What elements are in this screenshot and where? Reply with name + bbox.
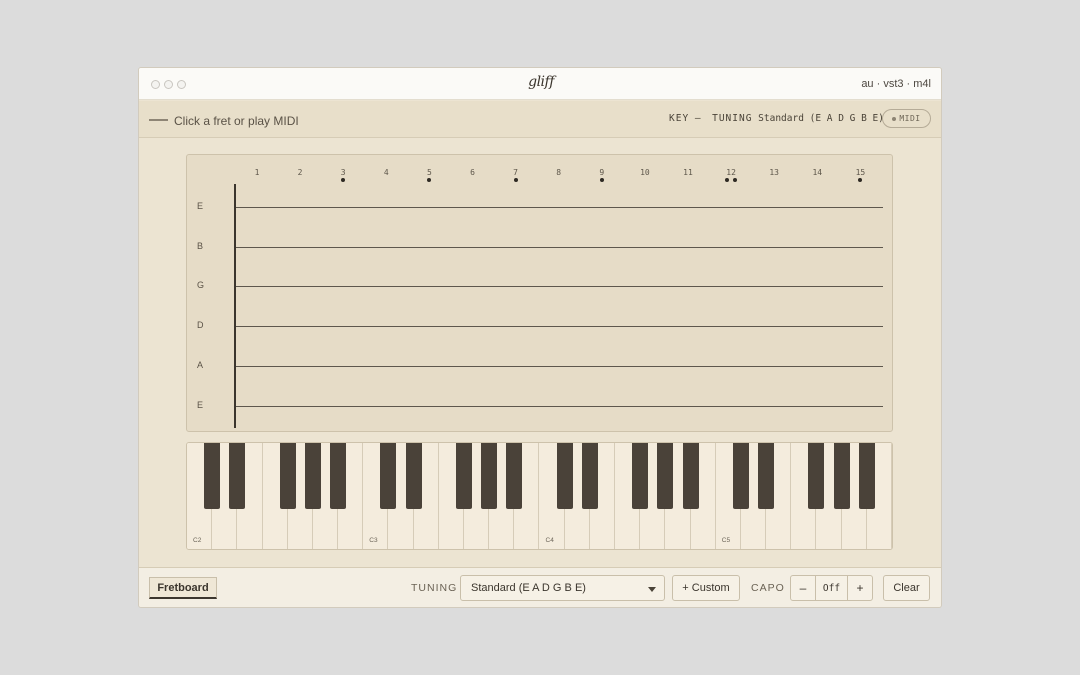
fretboard[interactable]: 1 2 3 4 5 6 7 8 9 10 11 12 13 14 15 E B G D A E <box>186 154 893 432</box>
fret-number-5: 5 <box>426 168 432 177</box>
fret-number-4: 4 <box>383 168 389 177</box>
minimize-window-button[interactable] <box>164 80 173 89</box>
guitar-string-4[interactable] <box>236 326 883 328</box>
fret-number-10: 10 <box>640 168 650 177</box>
black-key[interactable] <box>758 443 775 509</box>
black-key[interactable] <box>632 443 649 509</box>
midi-toggle[interactable]: MIDI <box>882 109 931 128</box>
octave-label: C5 <box>721 537 731 544</box>
fret-number-8: 8 <box>556 168 562 177</box>
fret-number-3: 3 <box>340 168 346 177</box>
guitar-string-6[interactable] <box>236 405 883 407</box>
capo-stepper: – Off + <box>790 575 873 601</box>
capo-value: Off <box>815 576 848 600</box>
black-key[interactable] <box>556 443 573 509</box>
tuning-readout-label: TUNING <box>712 113 753 124</box>
black-key[interactable] <box>808 443 825 509</box>
fret-inlay-dot-5 <box>427 178 432 182</box>
string-label: E <box>197 201 204 211</box>
midi-label: MIDI <box>899 114 921 123</box>
fret-inlay-dot-12-1 <box>725 178 730 182</box>
fret-inlay-dot-7 <box>513 178 518 182</box>
black-key[interactable] <box>858 443 875 509</box>
string-label: A <box>197 359 204 370</box>
black-key[interactable] <box>455 443 472 509</box>
black-key[interactable] <box>506 443 523 509</box>
black-key[interactable] <box>833 443 850 509</box>
black-key[interactable] <box>380 443 397 509</box>
app-window: gliff au · vst3 · m4l Click a fret or pl… <box>139 68 941 607</box>
octave-label: C2 <box>193 537 202 544</box>
black-key[interactable] <box>330 443 347 509</box>
guitar-string-5[interactable] <box>236 365 883 367</box>
capo-decrement-button[interactable]: – <box>791 576 815 600</box>
fret-inlay-dot-12-2 <box>733 178 738 182</box>
piano-keyboard[interactable]: C2 C3 C4 C5 <box>186 442 893 550</box>
close-window-button[interactable] <box>151 80 160 89</box>
black-key[interactable] <box>279 443 296 509</box>
fret-number-1: 1 <box>254 168 260 177</box>
fret-number-7: 7 <box>513 168 518 177</box>
fret-inlay-dot-3 <box>341 178 346 182</box>
fret-number-9: 9 <box>599 168 605 177</box>
octave-label: C3 <box>369 537 378 544</box>
string-label: B <box>197 240 204 251</box>
tab-fretboard[interactable]: Fretboard <box>149 577 217 599</box>
status-hint: Click a fret or play MIDI <box>174 114 299 128</box>
clear-button[interactable]: Clear <box>883 575 930 601</box>
dash-icon <box>149 119 168 121</box>
key-value: — <box>694 113 701 124</box>
fret-number-13: 13 <box>769 168 779 177</box>
fretboard-nut <box>234 184 236 428</box>
string-label: G <box>197 280 205 291</box>
fret-number-15: 15 <box>855 168 866 177</box>
black-key[interactable] <box>405 443 422 509</box>
plugin-formats: au · vst3 · m4l <box>861 78 931 90</box>
black-key[interactable] <box>204 443 221 509</box>
zoom-window-button[interactable] <box>177 80 186 89</box>
fret-number-11: 11 <box>683 168 693 177</box>
octave-label: C4 <box>545 537 554 544</box>
guitar-string-2[interactable] <box>236 246 883 248</box>
tuning-label: TUNING <box>411 582 458 594</box>
key-label: KEY <box>669 113 690 124</box>
fret-number-12: 12 <box>726 168 736 177</box>
black-key[interactable] <box>581 443 598 509</box>
fret-inlay-dot-15 <box>858 178 863 182</box>
custom-tuning-button[interactable]: + Custom <box>672 575 740 601</box>
bottom-bar: Fretboard TUNING Standard (E A D G B E) … <box>139 567 941 607</box>
black-key[interactable] <box>682 443 699 509</box>
black-key[interactable] <box>657 443 674 509</box>
tuning-select[interactable]: Standard (E A D G B E) <box>460 575 665 601</box>
string-label: E <box>197 399 204 410</box>
string-label: D <box>197 320 204 331</box>
tuning-readout-value: Standard (E A D G B E) <box>758 113 884 124</box>
black-key[interactable] <box>732 443 749 509</box>
app-logo: gliff <box>528 74 554 90</box>
title-bar: gliff au · vst3 · m4l <box>139 68 941 100</box>
fret-number-2: 2 <box>297 168 303 177</box>
guitar-string-1[interactable] <box>236 207 883 208</box>
midi-status-dot-icon <box>892 116 897 121</box>
fret-number-6: 6 <box>470 168 475 177</box>
chevron-down-icon <box>648 587 656 592</box>
capo-increment-button[interactable]: + <box>848 576 872 600</box>
guitar-string-3[interactable] <box>236 286 883 288</box>
fret-number-14: 14 <box>812 168 823 177</box>
black-key[interactable] <box>229 443 246 509</box>
key-tuning-readout: KEY — TUNING Standard (E A D G B E) <box>669 113 884 124</box>
top-toolbar: Click a fret or play MIDI KEY — TUNING S… <box>139 101 941 138</box>
fret-inlay-dot-9 <box>599 178 604 182</box>
black-key[interactable] <box>481 443 498 509</box>
capo-label: CAPO <box>751 582 785 594</box>
black-key[interactable] <box>304 443 321 509</box>
tuning-select-value: Standard (E A D G B E) <box>471 582 586 594</box>
